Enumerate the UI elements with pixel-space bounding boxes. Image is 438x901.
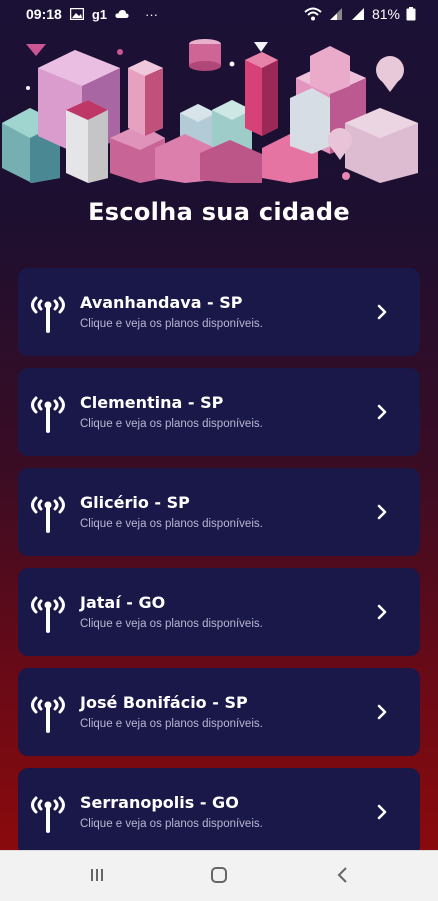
recents-icon[interactable]: [88, 866, 106, 884]
antenna-icon: [31, 696, 65, 733]
city-name: Avanhandava - SP: [80, 293, 243, 312]
wifi-icon: [304, 7, 322, 21]
page-title: Escolha sua cidade: [88, 198, 350, 226]
home-icon[interactable]: [210, 866, 228, 884]
city-subtitle: Clique e veja os planos disponíveis.: [80, 618, 263, 630]
city-card[interactable]: Clementina - SP Clique e veja os planos d…: [18, 368, 420, 456]
status-time: 09:18: [26, 6, 62, 22]
city-name: Serranopolis - GO: [80, 793, 239, 812]
city-name: Jataí - GO: [80, 593, 166, 612]
navigation-bar: [0, 850, 438, 901]
city-subtitle: Clique e veja os planos disponíveis.: [80, 418, 263, 430]
chevron-right-icon: [377, 604, 387, 620]
chevron-right-icon: [377, 704, 387, 720]
antenna-icon: [31, 496, 65, 533]
city-card[interactable]: Glicério - SP Clique e veja os planos dis…: [18, 468, 420, 556]
battery-icon: [406, 7, 416, 21]
more-notifications: ···: [144, 6, 158, 22]
image-icon: [69, 8, 84, 20]
antenna-icon: [31, 596, 65, 633]
antenna-icon: [31, 296, 65, 333]
antenna-icon: [31, 796, 65, 833]
city-name: Clementina - SP: [80, 393, 224, 412]
city-list: Avanhandava - SP Clique e veja os planos …: [18, 268, 420, 850]
cloud-icon: [115, 10, 129, 18]
city-subtitle: Clique e veja os planos disponíveis.: [80, 318, 263, 330]
battery-percent: 81%: [371, 6, 400, 22]
city-subtitle: Clique e veja os planos disponíveis.: [80, 518, 263, 530]
carrier-label: g1: [91, 6, 107, 22]
city-card[interactable]: José Bonifácio - SP Clique e veja os plan…: [18, 668, 420, 756]
app-screen: 09:18 g1 ··· 81% Escolha sua cidade Avan…: [0, 0, 438, 850]
city-illustration: [2, 39, 418, 183]
chevron-right-icon: [377, 404, 387, 420]
city-card[interactable]: Avanhandava - SP Clique e veja os planos …: [18, 268, 420, 356]
status-bar: 09:18 g1 ··· 81%: [0, 0, 438, 28]
city-subtitle: Clique e veja os planos disponíveis.: [80, 718, 263, 730]
city-name: Glicério - SP: [80, 493, 190, 512]
antenna-icon: [31, 396, 65, 433]
city-card[interactable]: Jataí - GO Clique e veja os planos dispon…: [18, 568, 420, 656]
city-subtitle: Clique e veja os planos disponíveis.: [80, 818, 263, 830]
signal-icon-2: [351, 8, 364, 20]
city-card[interactable]: Serranopolis - GO Clique e veja os planos…: [18, 768, 420, 850]
signal-icon-1: [329, 8, 342, 20]
chevron-right-icon: [377, 504, 387, 520]
chevron-right-icon: [377, 304, 387, 320]
city-name: José Bonifácio - SP: [80, 693, 248, 712]
back-icon[interactable]: [334, 866, 352, 884]
chevron-right-icon: [377, 804, 387, 820]
